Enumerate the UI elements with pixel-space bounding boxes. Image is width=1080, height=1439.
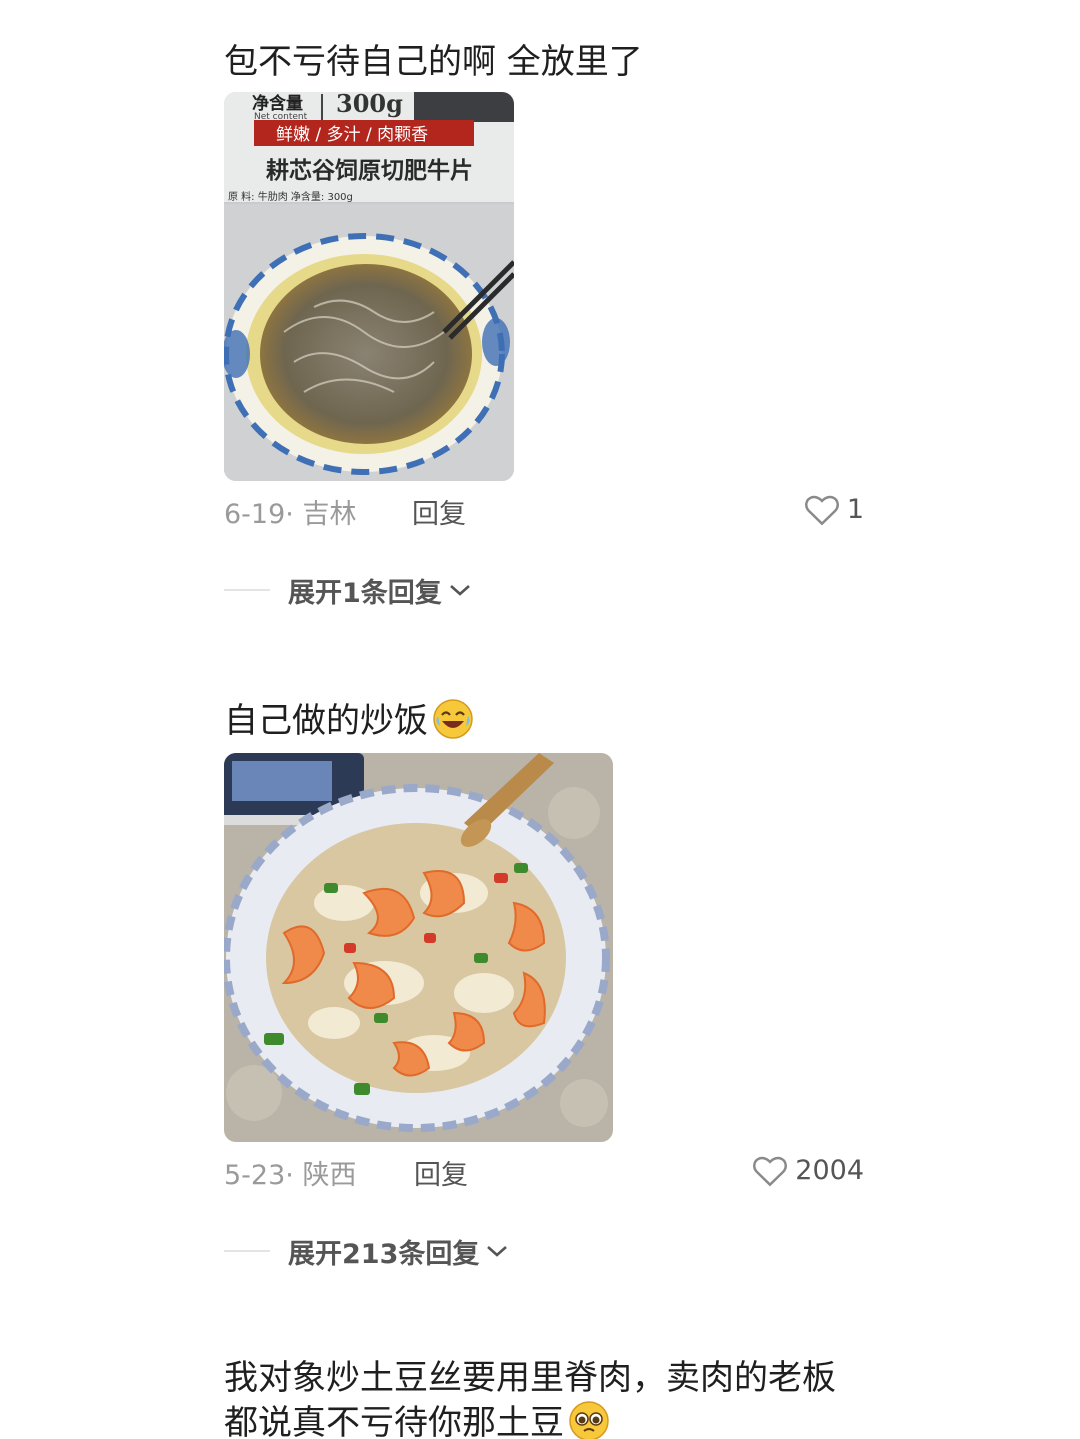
expand-replies-button[interactable]: 展开213条回复 — [224, 1231, 509, 1271]
like-count: 1 — [846, 493, 864, 525]
comment-photo-beef-bowl[interactable]: 净含量 Net content 300g 鲜嫩 / 多汁 / 肉颗香 耕芯谷饲原… — [224, 92, 514, 481]
expand-replies-label: 展开1条回复 — [288, 577, 442, 609]
comment-3: 我对象炒土豆丝要用里脊肉，卖肉的老板 都说真不亏待你那土豆 — [224, 1356, 864, 1439]
divider-line — [224, 589, 270, 591]
expand-replies-label: 展开213条回复 — [288, 1238, 480, 1270]
reply-button[interactable]: 回复 — [414, 1153, 468, 1192]
beef-bowl-image: 净含量 Net content 300g 鲜嫩 / 多汁 / 肉颗香 耕芯谷饲原… — [224, 92, 514, 481]
comment-date-location: 5-23· 陕西 — [224, 1160, 357, 1191]
chevron-down-icon — [487, 1246, 508, 1257]
package-weight: 300g — [336, 92, 403, 118]
like-button[interactable]: 1 — [803, 492, 864, 526]
package-product: 耕芯谷饲原切肥牛片 — [266, 157, 473, 184]
comment-photo-fried-rice[interactable] — [224, 753, 613, 1142]
package-net-en: Net content — [254, 112, 308, 122]
package-ingredients: 原 料: 牛肋肉 净含量: 300g — [228, 190, 353, 203]
pleading-face-emoji-icon — [569, 1401, 609, 1439]
comment-meta: 5-23· 陕西 回复 2004 — [224, 1153, 864, 1193]
chevron-down-icon — [449, 585, 470, 596]
comment-text: 自己做的炒饭 — [224, 698, 474, 743]
reply-button[interactable]: 回复 — [412, 492, 466, 531]
comment-2: 自己做的炒饭 5-23· 陕西 回复 2004 展开213条回复 — [224, 698, 864, 1278]
heart-icon — [753, 1156, 788, 1187]
laughing-crying-emoji-icon — [433, 699, 473, 739]
package-tagline: 鲜嫩 / 多汁 / 肉颗香 — [276, 125, 428, 145]
package-net-label: 净含量 — [252, 93, 303, 114]
comment-text-line-2: 都说真不亏待你那土豆 — [224, 1400, 836, 1439]
comment-text-line-2-content: 都说真不亏待你那土豆 — [224, 1403, 564, 1439]
comment-text: 我对象炒土豆丝要用里脊肉，卖肉的老板 都说真不亏待你那土豆 — [224, 1356, 836, 1439]
comment-text-content: 自己做的炒饭 — [224, 701, 428, 741]
fried-rice-image — [224, 753, 613, 1142]
expand-replies-button[interactable]: 展开1条回复 — [224, 570, 472, 610]
comment-1: 包不亏待自己的啊 全放里了 净含量 Net content 300g 鲜嫩 / … — [224, 40, 864, 620]
comment-text: 包不亏待自己的啊 全放里了 — [224, 42, 643, 82]
comment-meta: 6-19· 吉林 回复 1 — [224, 492, 864, 532]
like-button[interactable]: 2004 — [751, 1153, 864, 1187]
heart-icon — [804, 495, 839, 526]
comment-text-line-1: 我对象炒土豆丝要用里脊肉，卖肉的老板 — [224, 1358, 836, 1398]
divider-line — [224, 1250, 270, 1252]
like-count: 2004 — [795, 1154, 864, 1186]
comment-date-location: 6-19· 吉林 — [224, 499, 357, 530]
